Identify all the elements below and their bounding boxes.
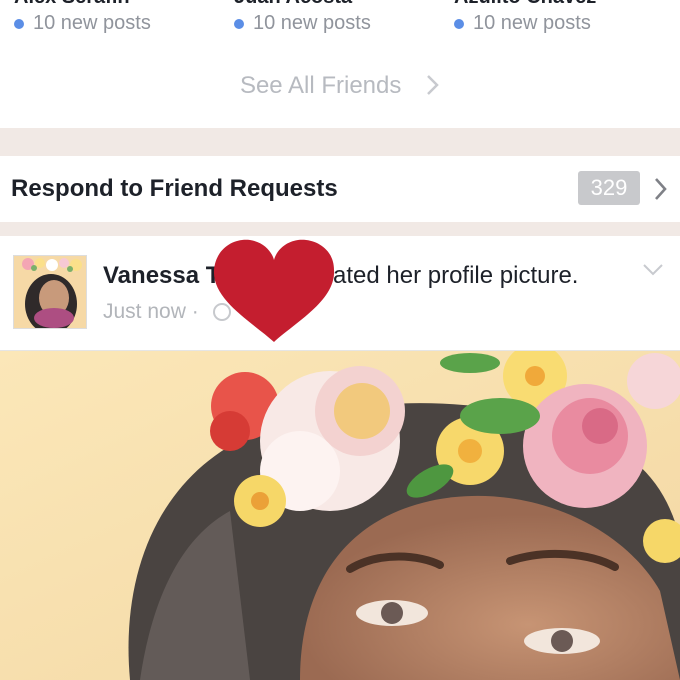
see-all-friends-link[interactable]: See All Friends: [0, 72, 680, 100]
chevron-right-icon: [655, 178, 667, 200]
post-header: Vanessa T ated her profile picture. Just…: [0, 236, 680, 351]
profile-picture: [0, 351, 680, 680]
friend-requests-count-badge: 329: [578, 171, 640, 205]
post-action-text: ated her profile picture.: [333, 262, 579, 289]
author-name[interactable]: Vanessa T: [103, 262, 220, 289]
friend-card[interactable]: Juan Acosta 10 new posts: [220, 0, 430, 60]
friend-requests-label: Respond to Friend Requests: [11, 175, 338, 202]
friend-name: Juan Acosta: [234, 0, 352, 9]
post-author-line: Vanessa T ated her profile picture.: [103, 262, 578, 290]
friend-name: Alex Serafin: [14, 0, 130, 9]
chevron-down-icon[interactable]: [642, 258, 664, 280]
friends-section: Alex Serafin 10 new posts Juan Acosta 10…: [0, 0, 680, 128]
post-photo[interactable]: [0, 351, 680, 680]
heart-icon: [213, 239, 335, 342]
post-timestamp: Just now ·: [103, 300, 199, 323]
chevron-right-icon: [427, 75, 439, 95]
online-dot-icon: [454, 18, 464, 29]
friend-card[interactable]: Alex Serafin 10 new posts: [0, 0, 210, 60]
friend-card[interactable]: Azulito Chavez 10 new posts: [440, 0, 650, 60]
see-all-label: See All Friends: [239, 72, 402, 99]
section-divider: [0, 222, 680, 236]
online-dot-icon: [14, 18, 24, 29]
avatar-image: [14, 256, 86, 328]
friend-status: 10 new posts: [234, 12, 371, 35]
friend-status: 10 new posts: [14, 12, 151, 35]
friend-name: Azulito Chavez: [454, 0, 596, 9]
avatar[interactable]: [13, 255, 87, 329]
friend-status-text: 10 new posts: [473, 12, 591, 34]
section-divider: [0, 128, 680, 156]
friend-status-text: 10 new posts: [253, 12, 371, 34]
online-dot-icon: [234, 18, 244, 29]
friend-status-text: 10 new posts: [33, 12, 151, 34]
friend-requests-row[interactable]: Respond to Friend Requests 329: [0, 156, 680, 222]
friend-status: 10 new posts: [454, 12, 591, 35]
